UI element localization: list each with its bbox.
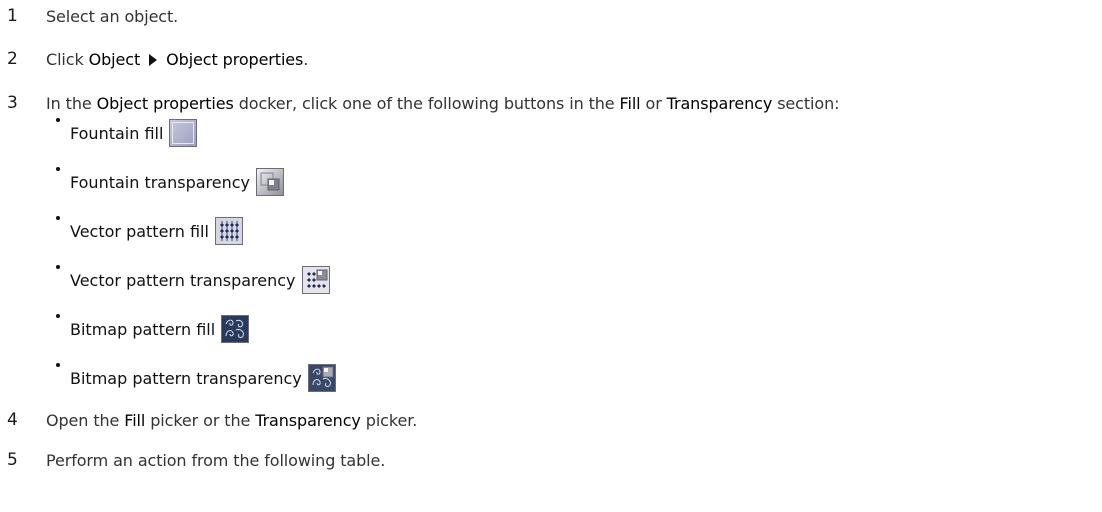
step-text-part: section: [772, 93, 840, 113]
step-text-suffix: . [303, 49, 309, 69]
bullet-dot [56, 216, 60, 220]
bullet-dot [56, 314, 60, 318]
bullet-dot [56, 167, 60, 171]
bullet-item-fountain-transparency: Fountain transparency [56, 165, 285, 199]
fill-term: Fill [619, 93, 641, 113]
step-text-part: or [640, 93, 667, 113]
bullet-label: Fountain transparency [70, 172, 251, 192]
step-text-part: docker, click one of the following butto… [233, 93, 620, 113]
step-text-part: picker. [360, 410, 418, 430]
step-number: 5 [7, 450, 18, 470]
step-text: Open the Fill picker or the Transparency… [46, 411, 417, 430]
fill-picker-term: Fill [124, 410, 146, 430]
bullet-dot [56, 118, 60, 122]
step-text: Perform an action from the following tab… [46, 450, 386, 470]
step-number: 1 [7, 6, 18, 26]
bitmap-pattern-fill-icon [221, 315, 250, 343]
vector-pattern-fill-icon [214, 217, 243, 245]
bullet-label: Bitmap pattern fill [70, 319, 216, 339]
step-number: 4 [7, 410, 18, 430]
bullet-item-bitmap-pattern-transparency: Bitmap pattern transparency [56, 361, 336, 395]
docker-name: Object properties [96, 93, 234, 113]
step-text-part: In the [46, 93, 97, 113]
transparency-picker-term: Transparency [255, 410, 361, 430]
bullet-item-bitmap-pattern-fill: Bitmap pattern fill [56, 312, 250, 346]
fountain-fill-icon [169, 119, 198, 147]
bullet-item-fountain-fill: Fountain fill [56, 116, 198, 150]
transparency-term: Transparency [666, 93, 773, 113]
step-number: 2 [7, 49, 18, 69]
bullet-label: Bitmap pattern transparency [70, 368, 302, 388]
bullet-dot [56, 363, 60, 367]
menu-object: Object [88, 49, 141, 69]
step-text-prefix: Click [46, 49, 89, 69]
bullet-dot [56, 265, 60, 269]
bullet-label: Fountain fill [70, 123, 164, 143]
step-text: In the Object properties docker, click o… [46, 93, 840, 113]
step-number: 3 [7, 93, 18, 113]
step-text: Click Object Object properties. [46, 50, 308, 69]
step-text: Select an object. [46, 6, 179, 26]
step-text-part: picker or the [145, 410, 256, 430]
bullet-item-vector-pattern-transparency: Vector pattern transparency [56, 263, 330, 297]
step-text-part: Open the [46, 410, 125, 430]
menu-arrow-icon [149, 53, 158, 66]
menu-object-properties: Object properties [166, 49, 304, 69]
bullet-label: Vector pattern transparency [70, 270, 296, 290]
bullet-item-vector-pattern-fill: Vector pattern fill [56, 214, 243, 248]
vector-pattern-transparency-icon [301, 266, 330, 294]
fountain-transparency-icon [256, 168, 285, 196]
bitmap-pattern-transparency-icon [307, 364, 336, 392]
bullet-label: Vector pattern fill [70, 221, 209, 241]
